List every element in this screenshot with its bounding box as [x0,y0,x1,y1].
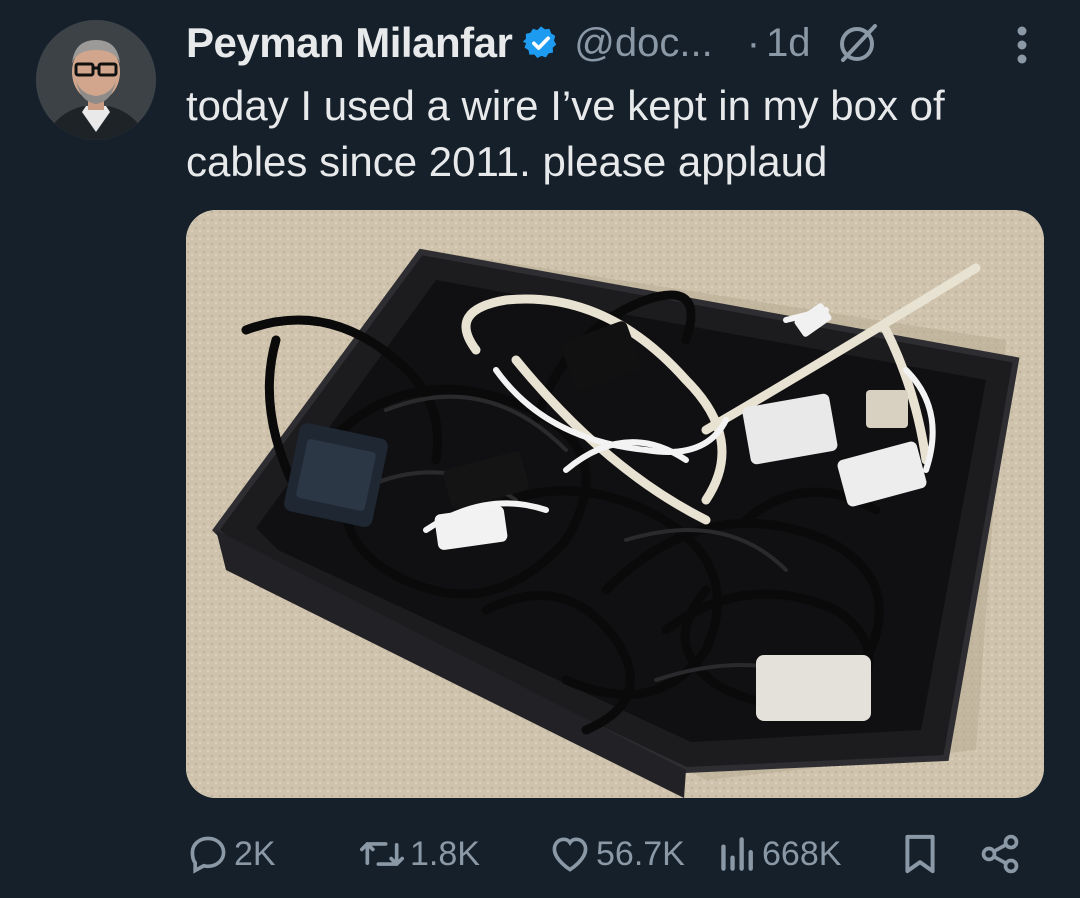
more-vertical-icon[interactable] [1002,24,1042,66]
author-handle[interactable]: @doc... [574,21,712,66]
views-count: 668K [762,834,842,873]
views-icon [718,832,758,876]
verified-badge-icon[interactable] [522,24,560,62]
views-button[interactable]: 668K [718,826,841,882]
tweet: Peyman Milanfar @doc... · 1d today I use… [0,0,1080,898]
share-icon [978,832,1022,876]
repost-count: 1.8K [410,834,480,873]
tweet-header: Peyman Milanfar @doc... · 1d [186,18,881,68]
like-button[interactable]: 56.7K [548,826,685,882]
bookmark-button[interactable] [902,826,938,882]
tweet-photo[interactable] [186,210,1044,798]
grok-icon[interactable] [835,20,881,66]
like-count: 56.7K [596,834,685,873]
repost-icon [358,832,406,876]
tweet-text: today I used a wire I’ve kept in my box … [186,82,945,185]
repost-button[interactable]: 1.8K [358,826,480,882]
bookmark-icon [902,832,938,876]
reply-count: 2K [234,834,276,873]
author-name[interactable]: Peyman Milanfar [186,19,513,67]
heart-icon [548,832,592,876]
separator-dot: · [746,20,761,65]
share-button[interactable] [978,826,1022,882]
timestamp[interactable]: 1d [766,21,811,66]
avatar[interactable] [36,20,156,140]
reply-button[interactable]: 2K [186,826,276,882]
action-bar: 2K 1.8K 56.7K 668K [186,826,1044,882]
reply-icon [186,832,230,876]
